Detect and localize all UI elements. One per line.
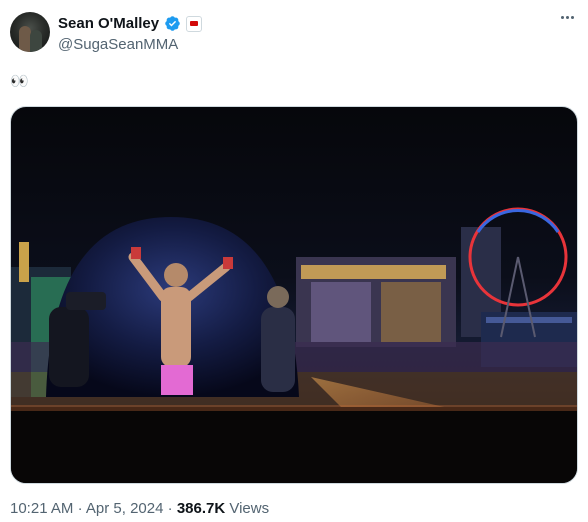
avatar-figure [30, 30, 42, 52]
views-label: Views [229, 500, 270, 517]
tweet-text: 👀 [10, 73, 29, 90]
author-handle[interactable]: @SugaSeanMMA [58, 36, 178, 53]
ufc-affiliate-badge-icon[interactable] [186, 15, 203, 32]
meta-separator: · [77, 500, 83, 517]
views-count: 386.7K [176, 500, 226, 517]
avatar[interactable] [10, 12, 50, 52]
tweet-media-image[interactable] [10, 106, 578, 484]
tweet-date[interactable]: Apr 5, 2024 [86, 500, 164, 517]
more-horizontal-icon[interactable] [561, 16, 574, 19]
tweet-time[interactable]: 10:21 AM [10, 500, 73, 517]
tweet-meta: 10:21 AM · Apr 5, 2024 · 386.7K Views [10, 500, 269, 517]
author-display-name[interactable]: Sean O'Malley [58, 15, 159, 32]
author-row: Sean O'Malley [58, 15, 203, 32]
meta-separator: · [167, 500, 173, 517]
media-illustration [11, 207, 577, 483]
verified-badge-icon[interactable] [164, 15, 181, 32]
